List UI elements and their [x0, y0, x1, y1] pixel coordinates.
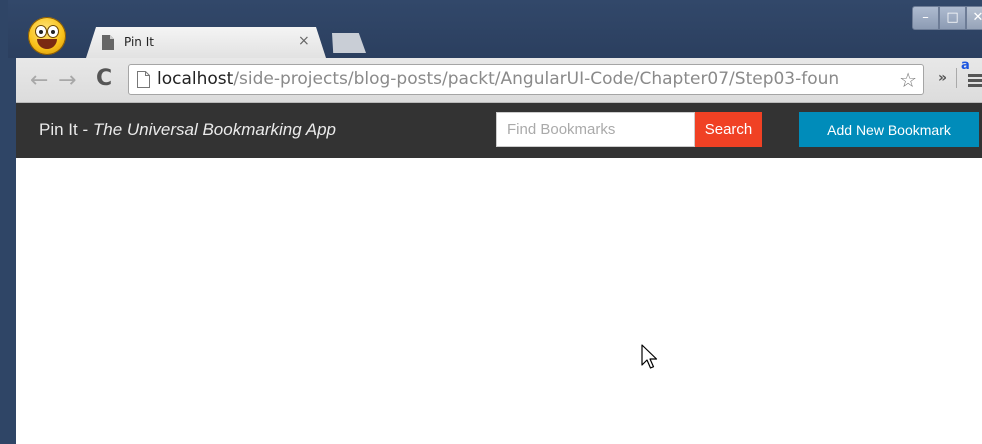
- back-arrow-icon[interactable]: ←: [30, 68, 48, 93]
- search-input[interactable]: [496, 112, 695, 147]
- reload-icon[interactable]: C: [96, 66, 112, 91]
- new-tab-button[interactable]: [332, 33, 366, 53]
- add-bookmark-button[interactable]: Add New Bookmark: [799, 112, 979, 147]
- avatar-mouth: [37, 39, 57, 49]
- page-content: Pin It - The Universal Bookmarking App S…: [16, 103, 982, 444]
- browser-window: Pin It × – □ ✕ ← → C localhost/side-proj…: [0, 0, 982, 444]
- document-icon: [137, 71, 150, 88]
- app-navbar: Pin It - The Universal Bookmarking App S…: [16, 103, 982, 158]
- avatar-eye-left: [36, 26, 46, 37]
- mouse-cursor-icon: [641, 344, 658, 369]
- brand-name: Pin It -: [39, 120, 93, 139]
- address-bar[interactable]: localhost/side-projects/blog-posts/packt…: [128, 64, 924, 95]
- title-bar: Pin It × – □ ✕: [8, 0, 982, 58]
- avatar-eye-right: [48, 26, 58, 37]
- search-button[interactable]: Search: [695, 112, 762, 147]
- url-text[interactable]: localhost/side-projects/blog-posts/packt…: [157, 69, 895, 89]
- toolbar-divider: [956, 68, 957, 88]
- minimize-button[interactable]: –: [912, 6, 939, 30]
- forward-arrow-icon[interactable]: →: [58, 68, 76, 93]
- profile-avatar-icon[interactable]: [28, 17, 66, 55]
- menu-line: [968, 74, 982, 77]
- app-brand[interactable]: Pin It - The Universal Bookmarking App: [39, 120, 336, 140]
- url-path: /side-projects/blog-posts/packt/AngularU…: [233, 69, 840, 89]
- page-icon: [102, 35, 114, 50]
- menu-icon[interactable]: [968, 74, 982, 88]
- close-window-button[interactable]: ✕: [966, 6, 982, 30]
- brand-tagline: The Universal Bookmarking App: [92, 120, 337, 139]
- extensions-overflow-icon[interactable]: »: [938, 70, 947, 86]
- menu-line: [968, 79, 982, 82]
- extension-badge[interactable]: a: [961, 58, 970, 73]
- tab-title: Pin It: [124, 35, 154, 49]
- bookmark-star-icon[interactable]: ☆: [899, 68, 917, 92]
- tab-close-icon[interactable]: ×: [298, 33, 310, 49]
- menu-line: [968, 84, 982, 87]
- maximize-button[interactable]: □: [939, 6, 966, 30]
- browser-toolbar: ← → C localhost/side-projects/blog-posts…: [16, 58, 982, 103]
- browser-tab[interactable]: Pin It ×: [86, 27, 326, 58]
- url-host: localhost: [157, 69, 234, 89]
